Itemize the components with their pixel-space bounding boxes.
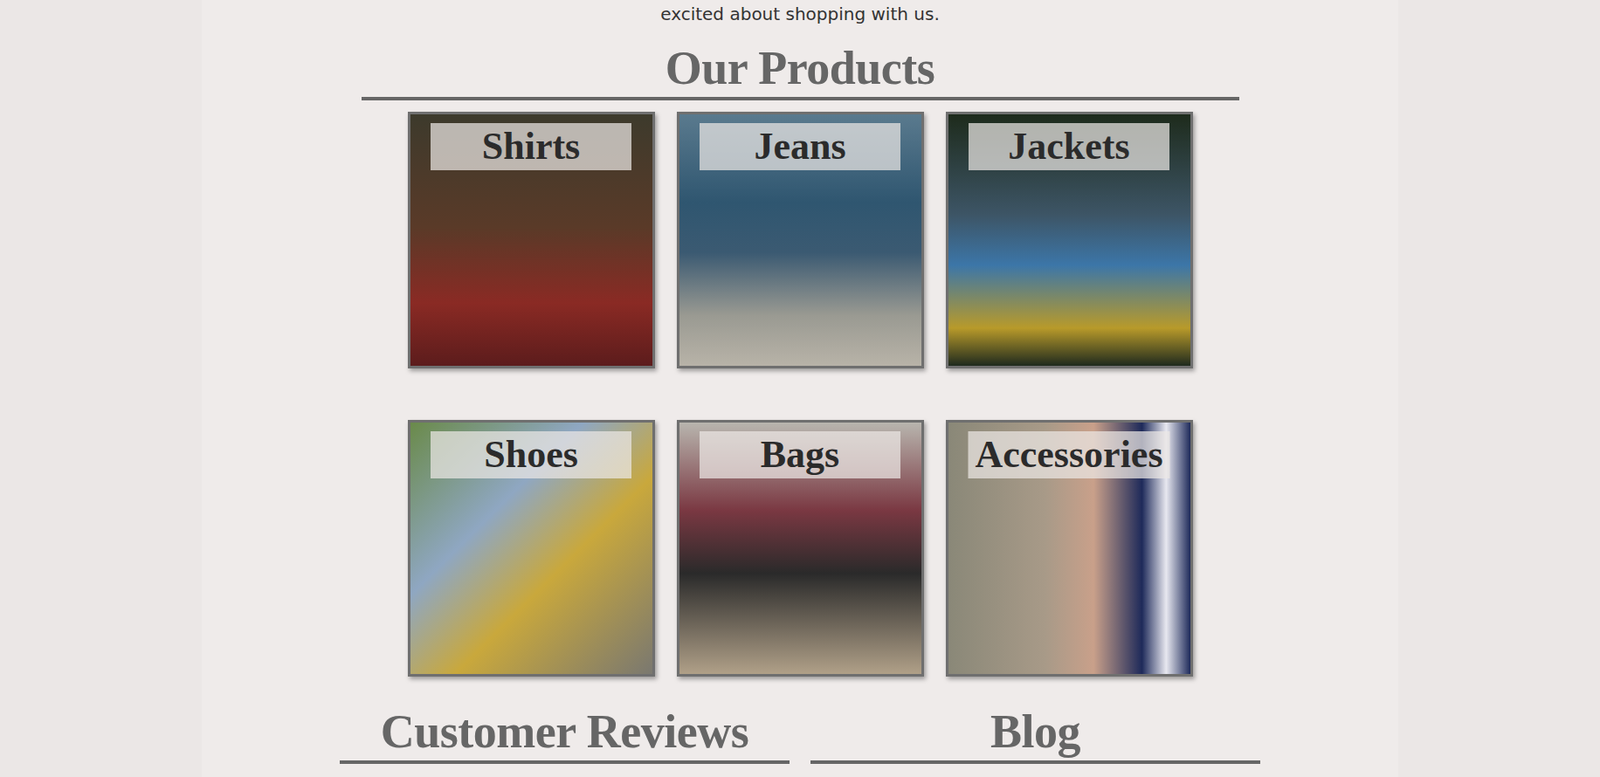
product-tile[interactable]: Jackets <box>945 111 1194 369</box>
product-tile[interactable]: Accessories <box>945 420 1194 677</box>
section-divider <box>810 760 1261 765</box>
intro-text: excited about shopping with us. <box>660 0 940 26</box>
bottom-section: Customer Reviews <box>339 703 790 765</box>
section-heading: Customer Reviews <box>380 703 749 760</box>
section-heading: Blog <box>990 703 1081 760</box>
product-label: Accessories <box>967 431 1170 479</box>
product-tile[interactable]: Bags <box>676 420 925 677</box>
section-divider <box>339 760 790 765</box>
product-label: Shirts <box>430 123 632 171</box>
page: excited about shopping with us. Our Prod… <box>0 0 1600 777</box>
product-tile[interactable]: Jeans <box>676 111 925 369</box>
product-tile[interactable]: Shoes <box>407 420 656 677</box>
bottom-section: Blog <box>810 703 1261 765</box>
bottom-sections: Customer Reviews Blog <box>339 703 1261 765</box>
product-grid: Shirts Jeans Jackets Shoes Bags Accessor… <box>407 111 1194 677</box>
product-tile[interactable]: Shirts <box>407 111 656 369</box>
product-label: Bags <box>699 431 901 479</box>
product-label: Shoes <box>430 431 632 479</box>
content-column: excited about shopping with us. Our Prod… <box>201 0 1399 777</box>
products-divider <box>361 96 1240 101</box>
products-section: Our Products Shirts Jeans Jackets Shoes … <box>361 40 1240 677</box>
product-label: Jeans <box>699 123 901 171</box>
products-heading: Our Products <box>665 40 936 97</box>
product-label: Jackets <box>968 123 1170 171</box>
